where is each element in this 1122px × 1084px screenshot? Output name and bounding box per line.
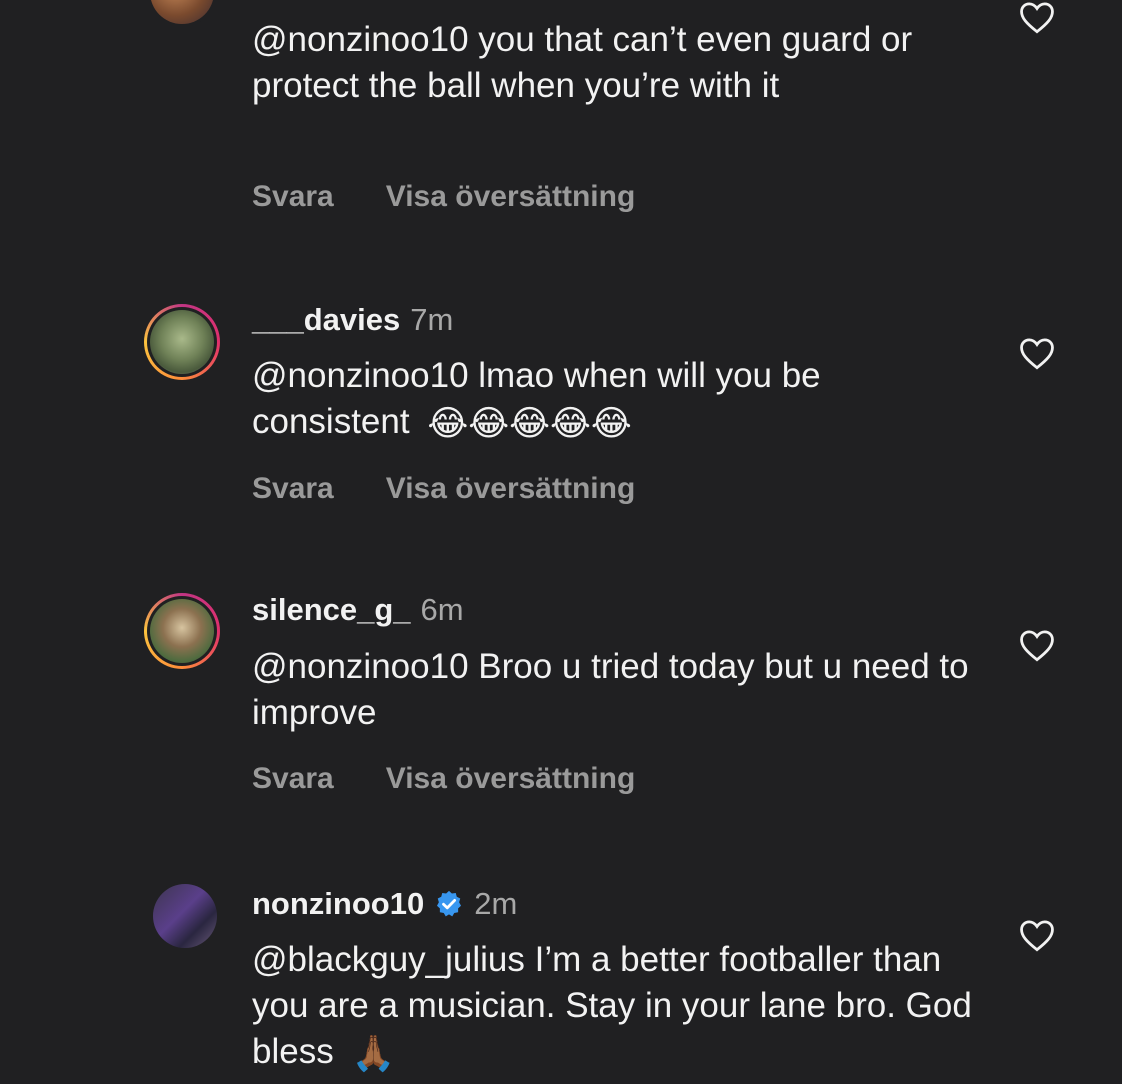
- heart-icon[interactable]: [1018, 918, 1056, 952]
- avatar[interactable]: [144, 304, 220, 380]
- verified-badge-icon: [437, 890, 462, 917]
- emoji-laughing: 😂😂😂😂😂: [427, 403, 632, 443]
- avatar[interactable]: [144, 593, 220, 669]
- show-translation-button[interactable]: Visa översättning: [386, 472, 636, 506]
- mention-link[interactable]: @nonzinoo10: [252, 356, 469, 395]
- comment-text: @nonzinoo10 you that can’t even guard or…: [252, 20, 913, 105]
- show-translation-button[interactable]: Visa översättning: [386, 762, 636, 796]
- avatar[interactable]: [144, 0, 220, 30]
- heart-icon[interactable]: [1018, 336, 1056, 370]
- username[interactable]: ___davies: [252, 302, 400, 338]
- emoji-praying-hands: 🙏🏾: [351, 1033, 396, 1073]
- mention-link[interactable]: @nonzinoo10: [252, 20, 469, 59]
- reply-button[interactable]: Svara: [252, 762, 334, 796]
- comment-text: @nonzinoo10 lmao when will you be consis…: [252, 353, 972, 447]
- comment-text: @nonzinoo10 Broo u tried today but u nee…: [252, 647, 969, 732]
- avatar[interactable]: [147, 878, 223, 954]
- timestamp: 2m: [474, 886, 518, 921]
- mention-link[interactable]: @nonzinoo10: [252, 647, 469, 686]
- comment-text: @blackguy_julius I’m a better footballer…: [252, 937, 972, 1077]
- reply-button[interactable]: Svara: [252, 180, 334, 214]
- timestamp: 7m: [410, 302, 454, 337]
- timestamp: 6m: [420, 592, 464, 627]
- heart-icon[interactable]: [1018, 628, 1056, 662]
- heart-icon[interactable]: [1018, 0, 1056, 34]
- reply-button[interactable]: Svara: [252, 472, 334, 506]
- username[interactable]: silence_g_: [252, 592, 411, 628]
- show-translation-button[interactable]: Visa översättning: [386, 180, 636, 214]
- username[interactable]: nonzinoo10: [252, 886, 424, 922]
- mention-link[interactable]: @blackguy_julius: [252, 940, 525, 979]
